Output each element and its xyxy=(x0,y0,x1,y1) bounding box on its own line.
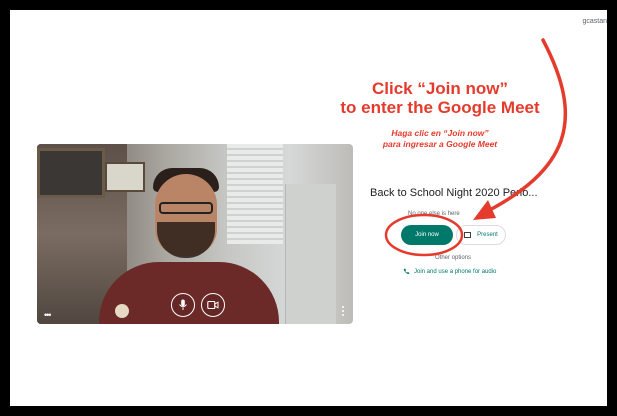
highlight-circle xyxy=(384,213,464,257)
meet-window: gcastan ••• Back to School Night 2020 Pe… xyxy=(10,10,607,406)
annotation-arrow xyxy=(478,38,568,217)
annotation-overlay xyxy=(384,38,568,257)
